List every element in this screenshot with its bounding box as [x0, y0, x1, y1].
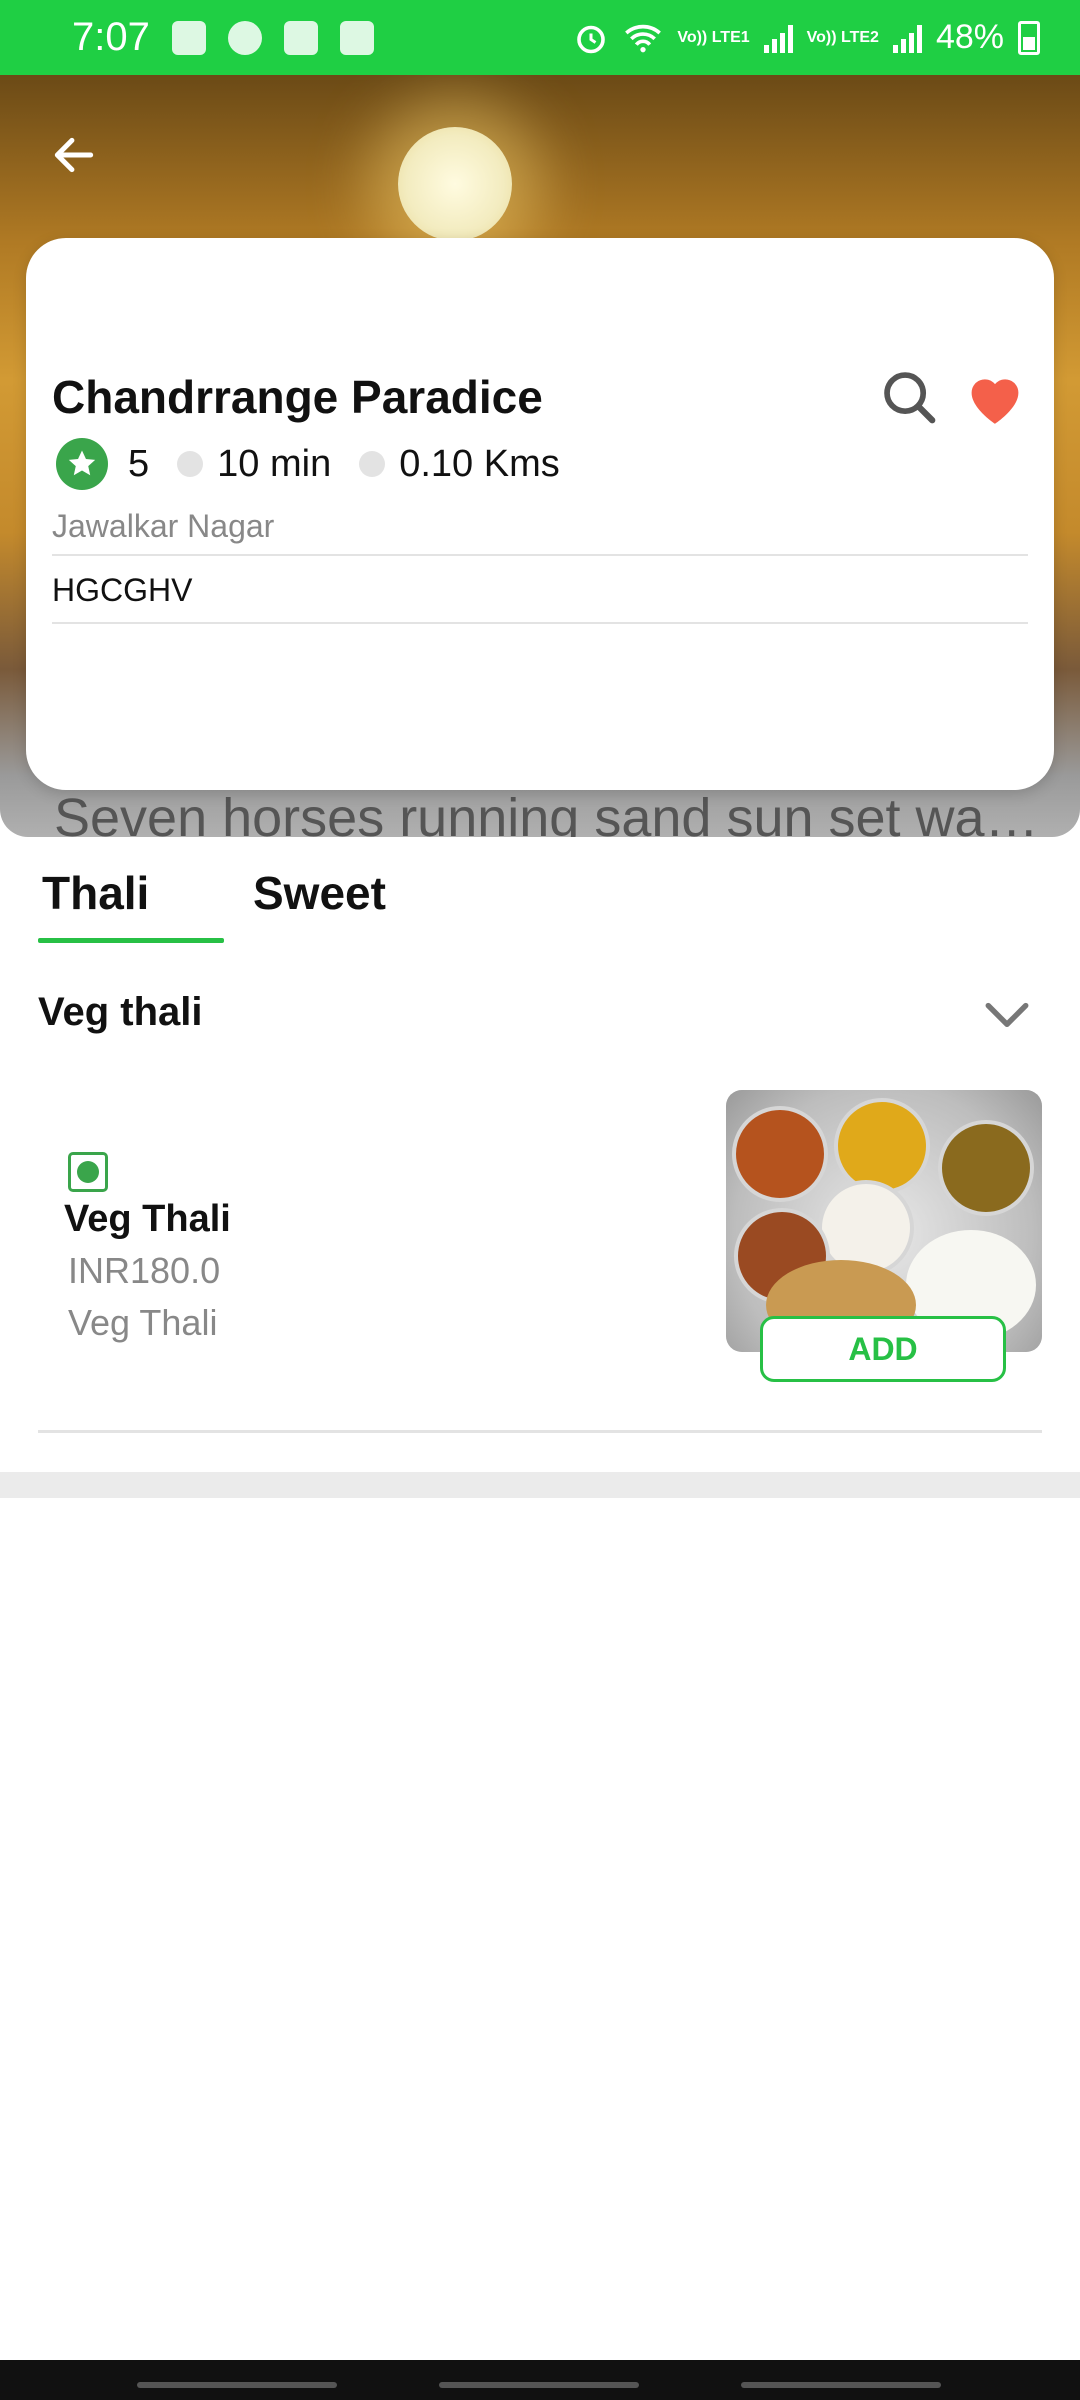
tab-active-indicator: [38, 938, 224, 943]
divider: [52, 554, 1028, 556]
item-name: Veg Thali: [64, 1198, 231, 1240]
restaurant-area: Jawalkar Nagar: [52, 508, 275, 544]
divider: [38, 1430, 1042, 1433]
restaurant-code: HGCGHV: [52, 572, 193, 608]
bluetooth-icon: [227, 20, 262, 55]
nav-back-button[interactable]: [741, 2382, 941, 2388]
star-icon: [56, 438, 108, 490]
arrow-left-icon: [54, 137, 94, 173]
veg-indicator-icon: [68, 1152, 108, 1192]
search-icon[interactable]: [878, 366, 940, 428]
item-image: [726, 1090, 1042, 1352]
separator-dot: [177, 451, 204, 477]
status-time: 7:07: [72, 15, 150, 59]
gallery-icon: [339, 20, 374, 55]
sim1-label: Vo)) LTE1: [677, 28, 750, 46]
navigation-bar: [0, 2360, 1080, 2400]
teams-icon: [171, 20, 206, 55]
chevron-down-icon[interactable]: [982, 996, 1032, 1036]
item-price: INR180.0: [68, 1250, 221, 1291]
battery-percent: 48%: [935, 18, 1004, 56]
restaurant-name: Chandrrange Paradice: [52, 371, 543, 423]
wifi-icon: [625, 24, 662, 52]
divider: [52, 622, 1028, 624]
heart-icon[interactable]: [962, 366, 1028, 432]
add-button[interactable]: ADD: [760, 1316, 1006, 1382]
hero-caption: Seven horses running sand sun set wall..…: [54, 788, 1044, 837]
category-title: Veg thali: [38, 990, 203, 1034]
tab-sweet[interactable]: Sweet: [253, 866, 386, 920]
distance: 0.10 Kms: [399, 442, 560, 485]
sun-graphic: [398, 127, 512, 241]
nav-home-button[interactable]: [439, 2382, 639, 2388]
status-bar: 7:07 Vo)) LTE1 Vo)) LTE2 48%: [0, 0, 1080, 75]
back-button[interactable]: [44, 125, 104, 185]
restaurant-info-card: Chandrrange Paradice 5 10 min 0.10 Kms J…: [26, 238, 1054, 790]
restaurant-meta-row: 5 10 min 0.10 Kms: [56, 438, 560, 490]
alarm-icon: [577, 25, 606, 53]
category-tabs: Thali Sweet: [0, 866, 1080, 946]
delivery-time: 10 min: [217, 442, 332, 485]
signal-icon: [892, 23, 922, 53]
rating-value: 5: [128, 442, 150, 485]
sim2-label: Vo)) LTE2: [806, 28, 879, 46]
separator-dot: [359, 451, 386, 477]
nav-recents-button[interactable]: [137, 2382, 337, 2388]
tab-thali[interactable]: Thali: [42, 866, 149, 920]
menu-item: Veg Thali INR180.0 Veg Thali ADD: [38, 1088, 1042, 1388]
battery-icon: [1018, 20, 1040, 55]
section-separator: [0, 1472, 1080, 1498]
cloud-upload-icon: [283, 20, 318, 55]
signal-icon: [763, 23, 793, 53]
item-description: Veg Thali: [68, 1302, 218, 1343]
category-header[interactable]: Veg thali: [38, 990, 1042, 1050]
